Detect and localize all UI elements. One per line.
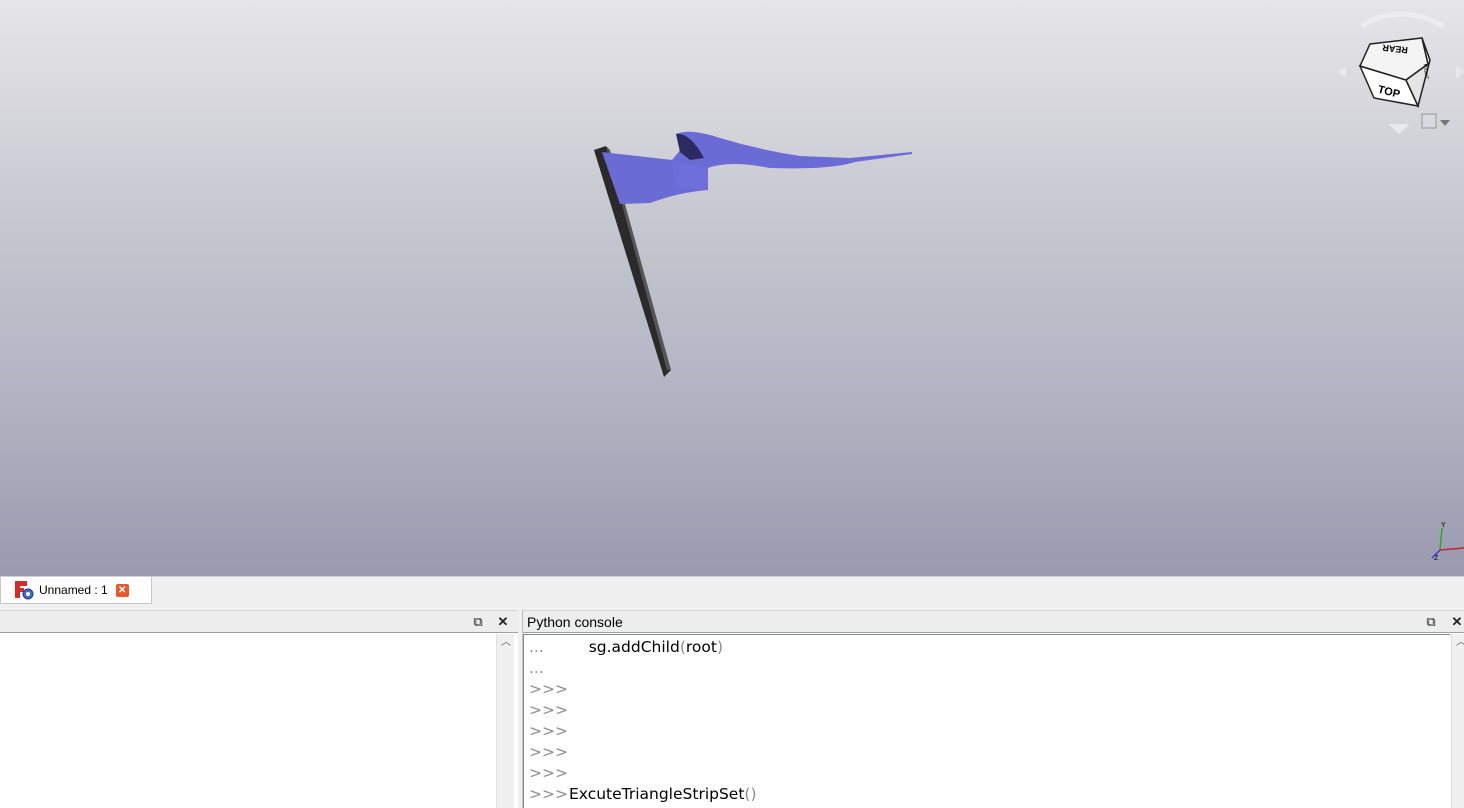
console-line: ... <box>529 659 544 677</box>
navcube-menu-arrow-icon[interactable] <box>1440 120 1450 126</box>
navcube-arrow-down-icon[interactable] <box>1388 124 1410 134</box>
tab-label: Unnamed : 1 <box>39 583 108 597</box>
console-line: >>> <box>529 680 568 698</box>
console-line: >>>ExcuteTriangleStripSet() <box>529 785 757 803</box>
axis-y-label: Y <box>1441 522 1446 529</box>
close-icon[interactable]: ✕ <box>115 583 129 597</box>
console-line: >>> <box>529 701 568 719</box>
left-panel-scrollbar[interactable]: ︿ <box>496 634 514 808</box>
float-panel-icon[interactable]: ⧉ <box>470 614 486 630</box>
python-console-header: Python console ⧉ ✕ <box>523 610 1464 633</box>
navcube-rotate-arc-icon[interactable] <box>1360 11 1446 29</box>
console-line: >>> <box>529 743 568 761</box>
flag-cloth <box>602 131 912 204</box>
python-console-output[interactable]: ... sg.addChild(root) ... >>> >>> >>> >>… <box>523 634 1450 808</box>
console-scroll-up-arrow-icon[interactable]: ︿ <box>1452 634 1464 652</box>
document-tab-bar: Unnamed : 1 ✕ <box>0 576 1464 610</box>
navigation-cube[interactable]: TOP REAR RIGHT <box>1332 6 1464 140</box>
combo-view-panel: ⧉ ✕ ︿ <box>0 610 518 808</box>
3d-viewport[interactable]: TOP REAR RIGHT Y Z <box>0 0 1464 576</box>
flag-scene <box>594 131 912 377</box>
freecad-document-icon <box>13 579 35 601</box>
console-line: ... sg.addChild(root) <box>529 638 724 656</box>
float-console-icon[interactable]: ⧉ <box>1423 614 1439 630</box>
left-panel-header: ⧉ ✕ <box>0 610 518 633</box>
python-console-title: Python console <box>527 613 623 630</box>
console-line: >>> <box>529 722 568 740</box>
console-scrollbar[interactable]: ︿ <box>1451 634 1464 808</box>
axis-z-label: Z <box>1434 555 1439 562</box>
console-line: >>> <box>529 764 568 782</box>
tab-unnamed-1[interactable]: Unnamed : 1 ✕ <box>0 577 152 604</box>
axis-indicator: Y Z <box>1426 518 1464 564</box>
navcube-menu-cube-icon[interactable] <box>1421 113 1437 129</box>
python-console-panel: Python console ⧉ ✕ ... sg.addChild(root)… <box>522 610 1464 808</box>
scroll-up-arrow-icon[interactable]: ︿ <box>497 634 515 652</box>
navcube-arrow-left-icon[interactable] <box>1338 66 1346 78</box>
close-panel-icon[interactable]: ✕ <box>495 614 511 630</box>
navcube-arrow-right-icon[interactable] <box>1456 66 1464 78</box>
close-console-icon[interactable]: ✕ <box>1449 614 1464 630</box>
